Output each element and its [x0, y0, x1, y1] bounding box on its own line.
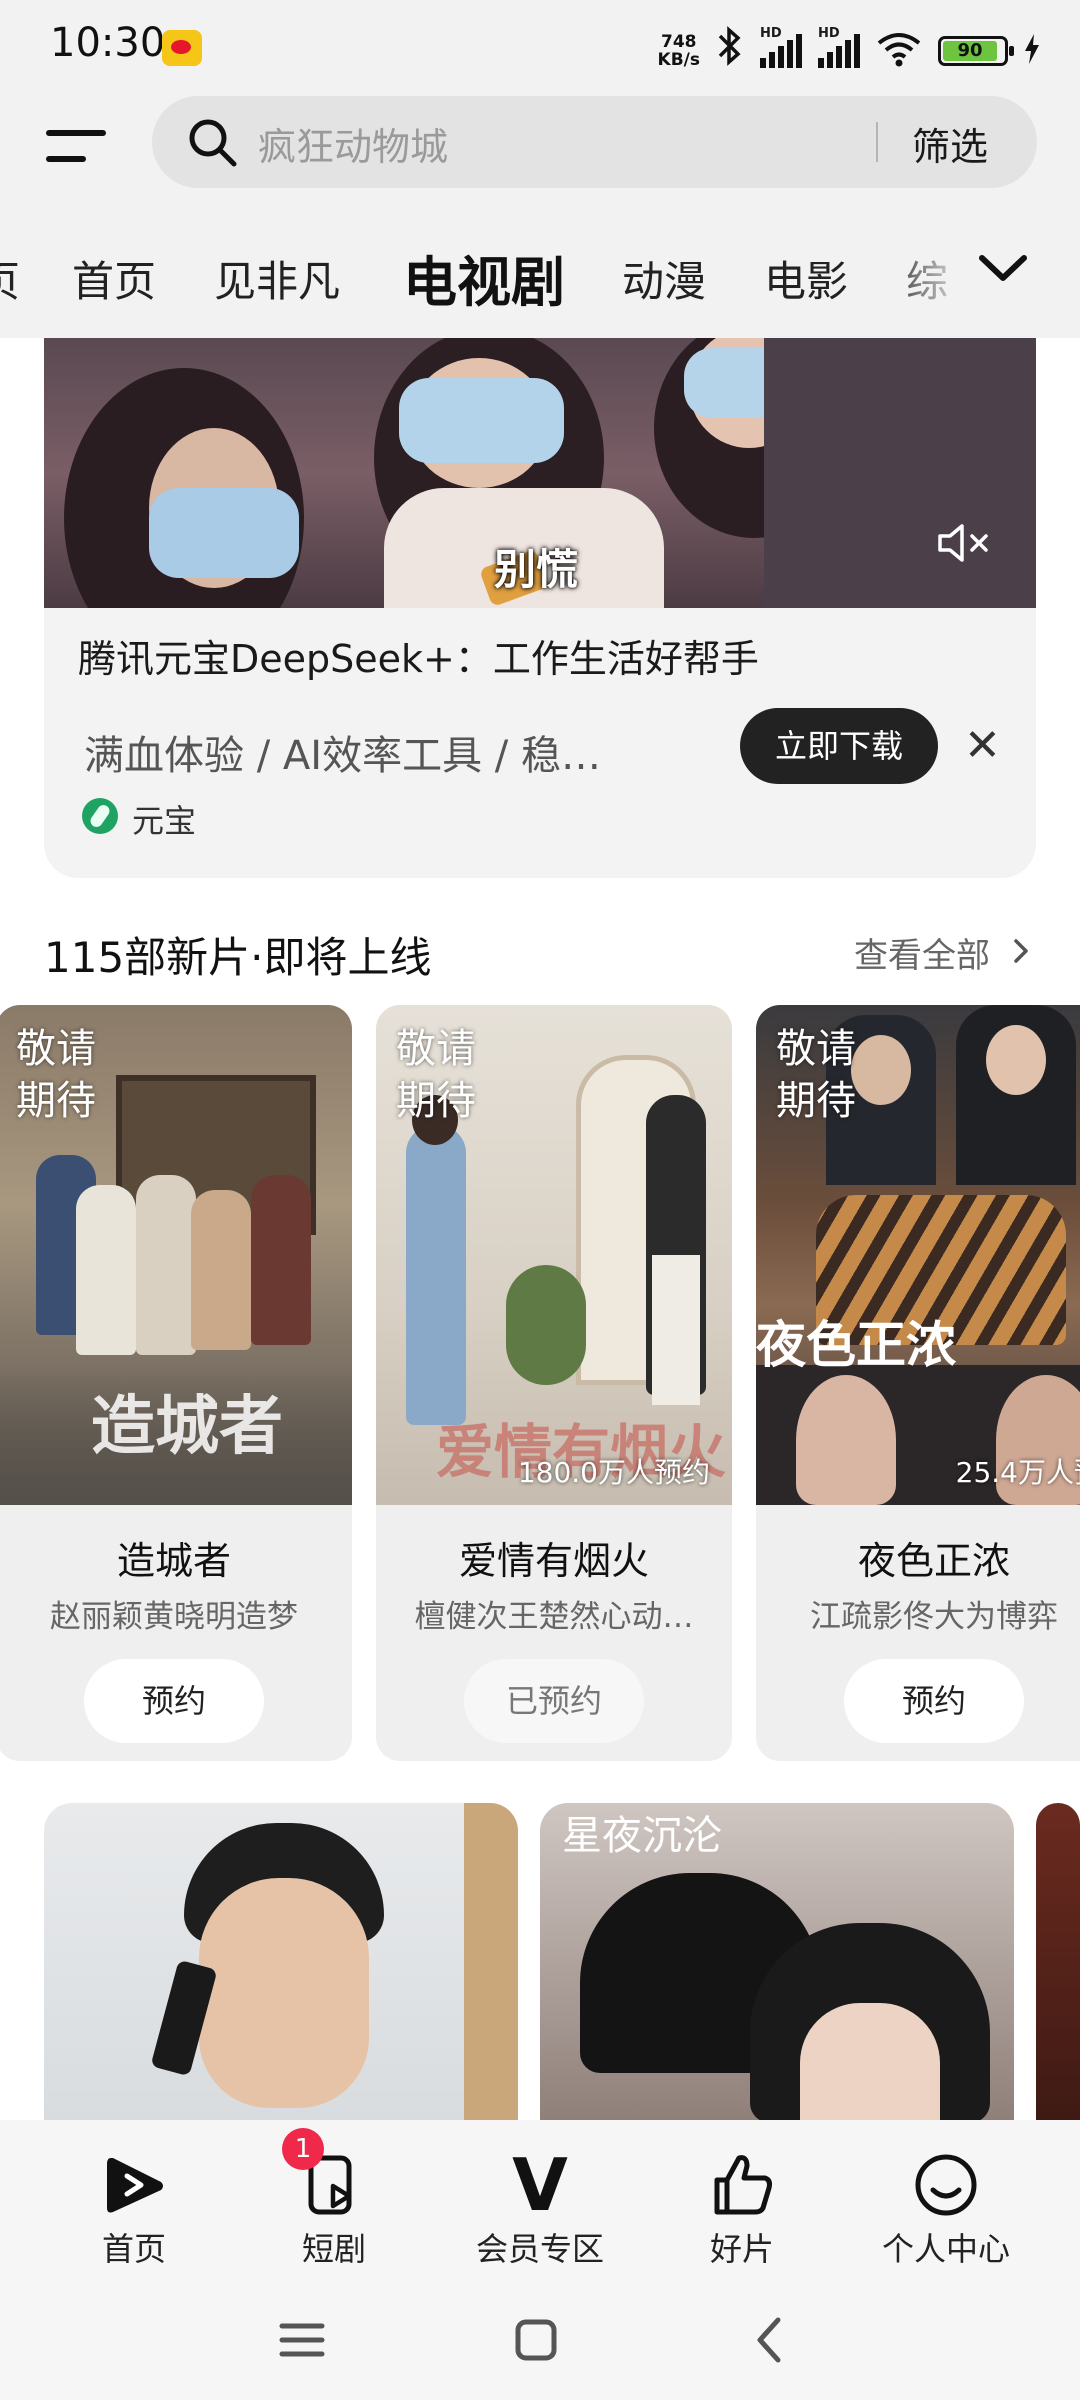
- smiley-icon: [915, 2154, 977, 2216]
- poster-title-art: 造城者: [91, 1389, 283, 1464]
- ad-title[interactable]: 腾讯元宝DeepSeek+：工作生活好帮手: [78, 628, 759, 683]
- nav-profile[interactable]: 个人中心: [856, 2150, 1036, 2270]
- nav-label: 短剧: [301, 2230, 366, 2268]
- ad-video[interactable]: 别慌: [44, 338, 1036, 608]
- nav-label: 个人中心: [881, 2230, 1010, 2268]
- yuanbao-logo-icon: [82, 798, 118, 834]
- ad-description: 满血体验 / AI效率工具 / 稳…: [84, 733, 601, 779]
- tab-movies[interactable]: 电影: [764, 248, 848, 309]
- feed-card[interactable]: [44, 1803, 518, 2123]
- nav-label: 首页: [101, 2230, 166, 2268]
- search-input[interactable]: 疯狂动物城: [258, 116, 448, 171]
- tab-anime[interactable]: 动漫: [622, 248, 706, 309]
- feed-card[interactable]: 星夜沉沦: [540, 1803, 1014, 2123]
- signal-2-icon: HD: [818, 26, 860, 68]
- ad-card[interactable]: 别慌 腾讯元宝DeepSeek+：工作生活好帮手 满血体验 / AI效率工具 /…: [44, 338, 1036, 878]
- bolt-icon: [1024, 33, 1040, 68]
- show-subtitle: 赵丽颖黄晓明造梦: [50, 1599, 298, 1635]
- home-button-icon[interactable]: [506, 2310, 566, 2370]
- nav-short-drama[interactable]: 1 短剧: [244, 2128, 424, 2270]
- show-subtitle: 檀健次王楚然心动…: [414, 1599, 694, 1635]
- upcoming-card[interactable]: 造城者 敬请期待 造城者 赵丽颖黄晓明造梦 预约: [0, 1005, 352, 1761]
- search-divider: [876, 122, 878, 162]
- coming-soon-badge: 敬请期待: [396, 1026, 476, 1124]
- nav-vip[interactable]: V 会员专区: [450, 2143, 630, 2270]
- poster-image[interactable]: 夜色正浓 敬请期待 25.4万人预约: [756, 1005, 1080, 1505]
- show-title[interactable]: 造城者: [0, 1530, 352, 1585]
- system-nav-bar: [0, 2290, 1080, 2400]
- wifi-icon: [876, 31, 922, 71]
- header: 疯狂动物城 筛选 页 首页 见非凡 电视剧 动漫 电影 综: [0, 86, 1080, 338]
- nav-good-picks[interactable]: 好片: [652, 2150, 832, 2270]
- search-icon: [189, 119, 237, 167]
- reserve-button[interactable]: 预约: [844, 1659, 1024, 1743]
- reservation-count: 25.4万人预约: [955, 1456, 1080, 1489]
- weibo-notification-icon: [162, 30, 202, 66]
- bluetooth-icon: [716, 26, 744, 75]
- show-title[interactable]: 爱情有烟火: [376, 1530, 732, 1585]
- mute-icon[interactable]: [934, 518, 994, 568]
- category-tabs: 页 首页 见非凡 电视剧 动漫 电影 综: [0, 218, 1080, 318]
- status-time: 10:30: [50, 20, 166, 66]
- poster-image[interactable]: 造城者 敬请期待: [0, 1005, 352, 1505]
- show-subtitle: 江疏影佟大为博弈: [810, 1599, 1058, 1635]
- ad-brand-name: 元宝: [132, 802, 197, 840]
- upcoming-card[interactable]: 爱情有烟火 敬请期待 180.0万人预约 爱情有烟火 檀健次王楚然心动… 已预约: [376, 1005, 732, 1761]
- signal-1-icon: HD: [760, 26, 802, 68]
- nav-label: 会员专区: [475, 2230, 604, 2268]
- tab-home[interactable]: 首页: [72, 248, 156, 309]
- section-title: 115部新片·即将上线: [44, 933, 432, 982]
- battery-level: 90: [943, 40, 997, 61]
- search-bar[interactable]: 疯狂动物城 筛选: [152, 96, 1037, 188]
- play-icon: [107, 2158, 163, 2213]
- poster-title-art: 星夜沉沦: [562, 1813, 722, 1859]
- poster-title-art: 夜色正浓: [756, 1315, 956, 1374]
- thumbs-up-icon: [714, 2155, 772, 2215]
- network-speed: 748 KB/s: [657, 31, 700, 70]
- tab-tv-series[interactable]: 电视剧: [403, 238, 565, 317]
- notification-badge: 1: [282, 2128, 324, 2170]
- battery-icon: 90: [938, 35, 1014, 66]
- back-icon[interactable]: [740, 2310, 800, 2370]
- nav-home[interactable]: 首页: [44, 2150, 224, 2270]
- reserve-button[interactable]: 预约: [84, 1659, 264, 1743]
- feed-card[interactable]: [1036, 1803, 1080, 2123]
- download-button[interactable]: 立即下载: [740, 708, 938, 784]
- poster-image[interactable]: 爱情有烟火 敬请期待 180.0万人预约: [376, 1005, 732, 1505]
- status-icons: 748 KB/s HD HD 90: [658, 26, 1040, 75]
- reserved-button[interactable]: 已预约: [464, 1659, 644, 1743]
- menu-icon[interactable]: [46, 122, 106, 170]
- coming-soon-badge: 敬请期待: [16, 1026, 96, 1124]
- tab-jianfeifan[interactable]: 见非凡: [214, 248, 340, 309]
- chevron-right-icon[interactable]: [1010, 935, 1032, 967]
- status-bar: 10:30 748 KB/s HD HD 90: [0, 0, 1080, 86]
- reservation-count: 180.0万人预约: [517, 1456, 710, 1489]
- recent-apps-icon[interactable]: [272, 2310, 332, 2370]
- close-icon[interactable]: ✕: [964, 716, 1001, 776]
- show-title[interactable]: 夜色正浓: [756, 1530, 1080, 1585]
- upcoming-card[interactable]: 夜色正浓 敬请期待 25.4万人预约 夜色正浓 江疏影佟大为博弈 预约: [756, 1005, 1080, 1761]
- filter-button[interactable]: 筛选: [912, 116, 988, 171]
- view-all-link[interactable]: 查看全部: [854, 928, 990, 977]
- coming-soon-badge: 敬请期待: [776, 1026, 856, 1124]
- tab-partial[interactable]: 页: [0, 248, 20, 309]
- ad-video-subtitle: 别慌: [494, 545, 579, 594]
- chevron-down-icon[interactable]: [976, 248, 1030, 288]
- vip-icon: V: [512, 2143, 568, 2227]
- nav-label: 好片: [709, 2230, 774, 2268]
